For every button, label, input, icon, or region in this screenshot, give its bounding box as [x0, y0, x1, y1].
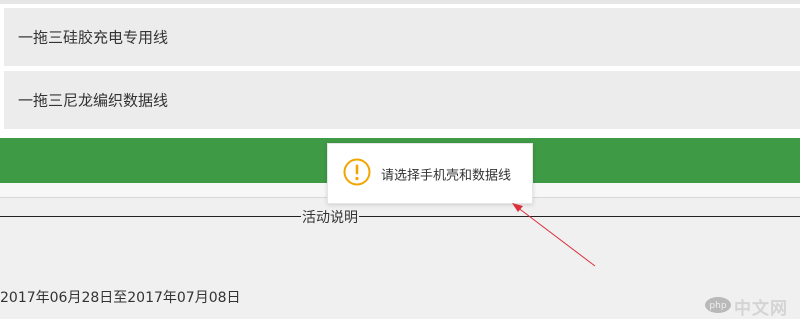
option-nylon-cable[interactable]: 一拖三尼龙编织数据线: [0, 71, 800, 129]
section-divider: [0, 216, 800, 217]
toast-text: 请选择手机壳和数据线: [381, 168, 512, 183]
option-label: 一拖三尼龙编织数据线: [18, 91, 169, 110]
activity-date-range: 2017年06月28日至2017年07月08日: [0, 290, 241, 306]
spacer: [0, 129, 800, 138]
php-logo-text: php: [709, 301, 726, 311]
option-silicone-cable[interactable]: 一拖三硅胶充电专用线: [0, 8, 800, 66]
option-label: 一拖三硅胶充电专用线: [18, 28, 169, 47]
toast-message: 请选择手机壳和数据线: [327, 143, 533, 204]
php-logo-icon: php: [705, 297, 731, 313]
activity-title: 活动说明: [301, 207, 359, 227]
warning-icon: [343, 158, 371, 186]
watermark-text: 中文网: [734, 299, 788, 319]
watermark: php 中文网: [704, 294, 800, 319]
